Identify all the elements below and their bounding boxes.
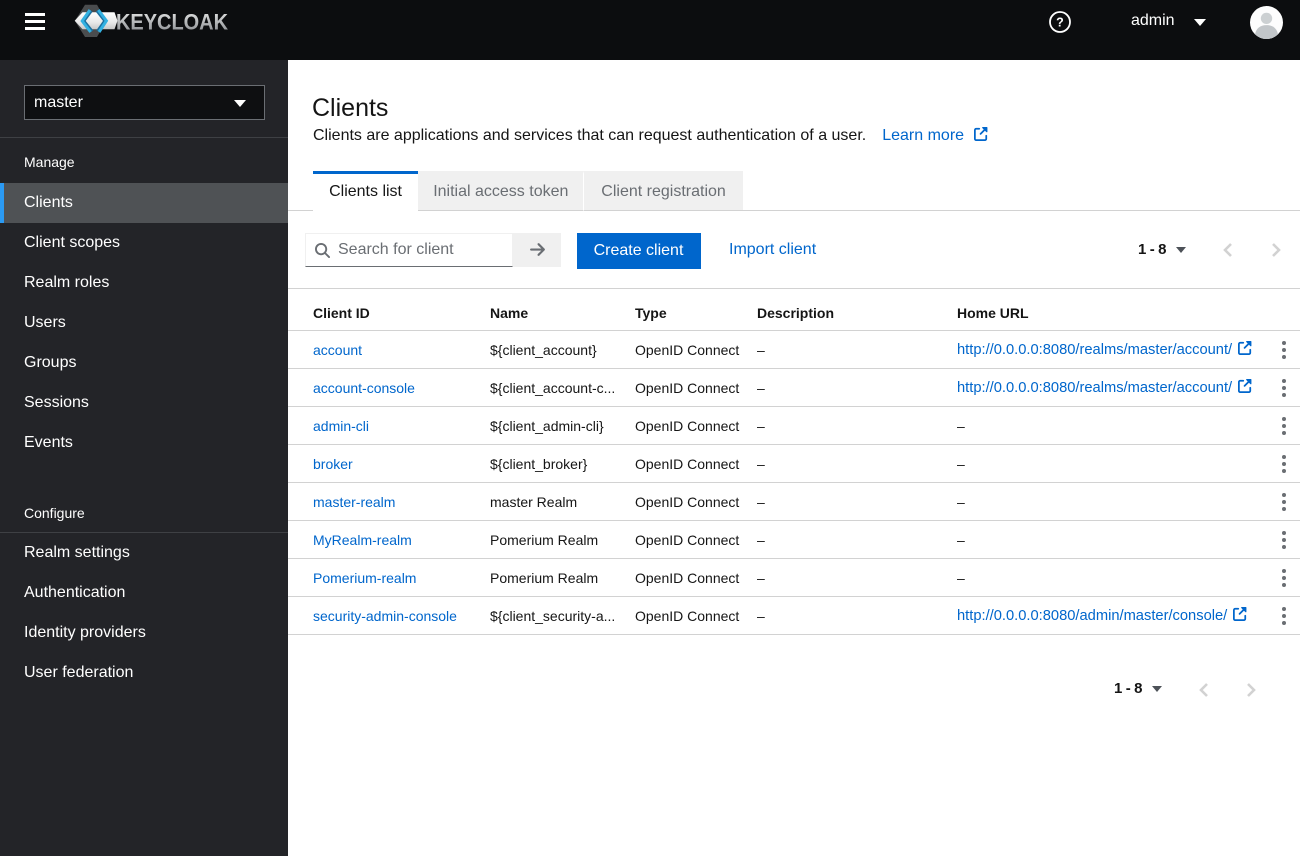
svg-text:?: ? [1056,15,1064,29]
svg-text:KEYCLOAK: KEYCLOAK [116,10,229,35]
